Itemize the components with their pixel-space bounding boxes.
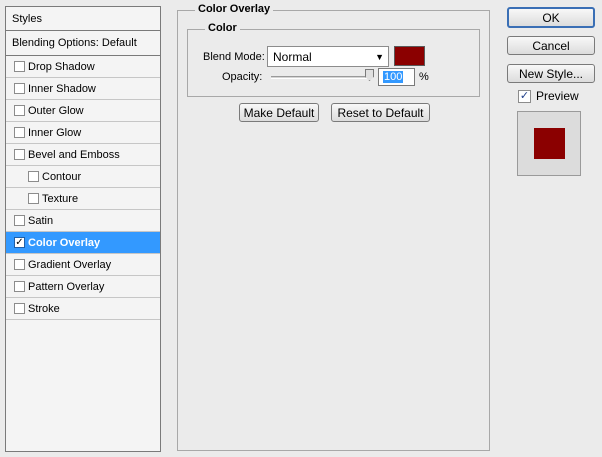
styles-header-label: Styles [12, 12, 42, 25]
opacity-unit: % [419, 71, 429, 83]
style-item-label: Drop Shadow [28, 60, 95, 73]
blend-mode-select[interactable]: Normal ▼ [267, 46, 389, 67]
style-item-label: Stroke [28, 302, 60, 315]
triangle-down-icon: ▼ [375, 52, 384, 62]
preview-thumbnail [517, 111, 581, 176]
style-item-checkbox[interactable] [14, 127, 25, 138]
style-item[interactable]: ✓ Color Overlay [6, 232, 160, 254]
style-item-label: Inner Shadow [28, 82, 96, 95]
style-item-checkbox[interactable] [14, 61, 25, 72]
style-item-label: Texture [42, 192, 79, 205]
opacity-slider-track[interactable] [271, 76, 372, 79]
blend-mode-value: Normal [273, 49, 312, 64]
style-item[interactable]: Pattern Overlay [6, 276, 160, 298]
cancel-button[interactable]: Cancel [507, 36, 595, 55]
style-item-checkbox[interactable] [14, 215, 25, 226]
preview-label: Preview [536, 89, 579, 103]
style-item[interactable]: Texture [6, 188, 160, 210]
blending-options-item[interactable]: Blending Options: Default [6, 31, 160, 56]
new-style-label: New Style... [518, 66, 584, 81]
cancel-label: Cancel [532, 38, 570, 53]
style-item-checkbox[interactable] [14, 83, 25, 94]
style-item-label: Contour [42, 170, 82, 183]
style-item-label: Inner Glow [28, 126, 82, 139]
preview-square [534, 128, 565, 159]
reset-default-label: Reset to Default [337, 105, 424, 120]
opacity-label: Opacity: [222, 71, 263, 83]
styles-header[interactable]: Styles [6, 7, 160, 31]
preview-checkbox[interactable]: ✓ [518, 89, 531, 103]
style-item[interactable]: Gradient Overlay [6, 254, 160, 276]
style-item-label: Pattern Overlay [28, 280, 105, 293]
check-icon: ✓ [15, 236, 24, 248]
check-icon: ✓ [519, 89, 530, 102]
color-overlay-title: Color Overlay [195, 3, 274, 15]
make-default-button[interactable]: Make Default [239, 103, 319, 122]
style-item-label: Outer Glow [28, 104, 84, 117]
style-item-checkbox[interactable] [14, 303, 25, 314]
ok-button[interactable]: OK [507, 7, 595, 28]
style-item-label: Color Overlay [28, 236, 101, 249]
style-item-checkbox[interactable] [28, 193, 39, 204]
style-item-checkbox[interactable]: ✓ [14, 237, 25, 248]
new-style-button[interactable]: New Style... [507, 64, 595, 83]
style-item-label: Satin [28, 214, 54, 227]
reset-default-button[interactable]: Reset to Default [331, 103, 430, 122]
opacity-input[interactable]: 100 [378, 68, 415, 86]
style-item-checkbox[interactable] [14, 281, 25, 292]
style-item[interactable]: Stroke [6, 298, 160, 320]
style-item[interactable]: Contour [6, 166, 160, 188]
color-subgroup-title: Color [205, 22, 240, 34]
style-item[interactable]: Bevel and Emboss [6, 144, 160, 166]
style-item-checkbox[interactable] [14, 259, 25, 270]
blending-options-label: Blending Options: Default [12, 37, 137, 49]
style-item-label: Gradient Overlay [28, 258, 112, 271]
style-item[interactable]: Inner Glow [6, 122, 160, 144]
style-item[interactable]: Satin [6, 210, 160, 232]
style-item-checkbox[interactable] [14, 149, 25, 160]
opacity-value: 100 [383, 71, 404, 83]
overlay-color-swatch[interactable] [394, 46, 425, 66]
style-item[interactable]: Inner Shadow [6, 78, 160, 100]
style-item[interactable]: Outer Glow [6, 100, 160, 122]
styles-list: Styles Blending Options: Default Drop Sh… [5, 6, 161, 452]
style-item-checkbox[interactable] [14, 105, 25, 116]
blend-mode-label: Blend Mode: [203, 51, 265, 63]
preview-toggle[interactable]: ✓ Preview [518, 89, 579, 103]
style-item-label: Bevel and Emboss [28, 148, 120, 161]
style-item[interactable]: Drop Shadow [6, 56, 160, 78]
style-item-checkbox[interactable] [28, 171, 39, 182]
ok-label: OK [542, 10, 560, 25]
make-default-label: Make Default [243, 105, 315, 120]
